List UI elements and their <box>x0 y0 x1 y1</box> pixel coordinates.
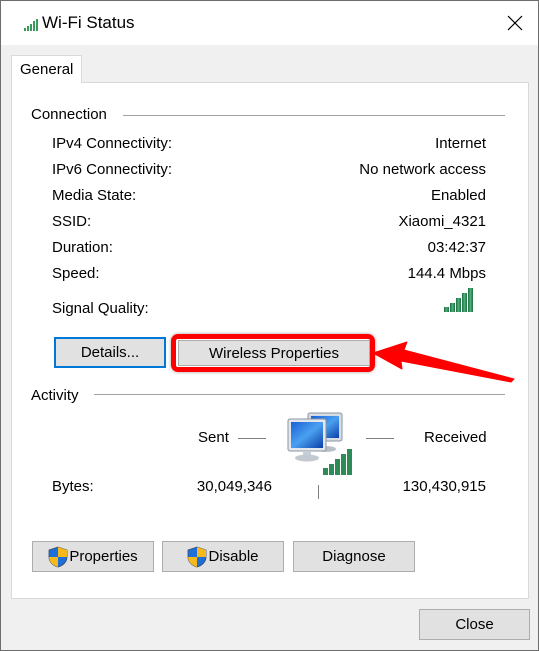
duration-value: 03:42:37 <box>427 239 486 256</box>
media-state-value: Enabled <box>430 187 486 204</box>
disable-button[interactable]: Disable <box>162 541 284 572</box>
sent-line <box>238 438 266 439</box>
network-computers-icon <box>287 412 352 475</box>
close-button[interactable]: Close <box>419 609 530 640</box>
connection-group-label: Connection <box>31 106 107 123</box>
ipv4-value: Internet <box>435 135 486 152</box>
speed-value: 144.4 Mbps <box>407 265 486 282</box>
bytes-sent-value: 30,049,346 <box>196 478 272 495</box>
diagnose-button[interactable]: Diagnose <box>293 541 415 572</box>
close-button-label: Close <box>455 616 494 633</box>
properties-button-label: Properties <box>69 548 138 565</box>
ssid-label: SSID: <box>52 213 92 230</box>
activity-divider <box>94 394 505 395</box>
uac-shield-icon <box>188 546 207 567</box>
received-label: Received <box>424 429 487 446</box>
wifi-status-dialog: Wi-Fi Status General Connection IPv4 Con… <box>0 0 539 651</box>
signal-bars-icon <box>444 288 473 312</box>
properties-button[interactable]: Properties <box>32 541 154 572</box>
close-window-button[interactable] <box>497 5 537 41</box>
annotation-arrow-icon <box>372 341 515 383</box>
signal-quality-label: Signal Quality: <box>52 300 149 317</box>
title-bar: Wi-Fi Status <box>1 1 538 45</box>
sent-label: Sent <box>198 429 229 446</box>
duration-label: Duration: <box>52 239 113 256</box>
tab-general-label: General <box>20 61 74 78</box>
received-line <box>366 438 394 439</box>
ipv6-label: IPv6 Connectivity: <box>52 161 173 178</box>
activity-group-label: Activity <box>31 387 79 404</box>
details-button-label: Details... <box>80 344 140 361</box>
disable-button-label: Disable <box>208 548 259 565</box>
window-title: Wi-Fi Status <box>42 13 135 32</box>
ipv4-label: IPv4 Connectivity: <box>52 135 173 152</box>
annotation-highlight-box <box>171 334 375 372</box>
speed-label: Speed: <box>52 265 100 282</box>
uac-shield-icon <box>48 546 68 567</box>
close-icon <box>507 15 523 31</box>
activity-connector-line <box>318 485 319 499</box>
media-state-label: Media State: <box>52 187 137 204</box>
bytes-received-value: 130,430,915 <box>402 478 486 495</box>
diagnose-button-label: Diagnose <box>322 548 386 565</box>
bytes-label: Bytes: <box>52 478 94 495</box>
wifi-signal-icon <box>24 19 38 31</box>
ipv6-value: No network access <box>359 161 486 178</box>
tab-general[interactable]: General <box>11 55 82 83</box>
connection-divider <box>123 115 505 116</box>
ssid-value: Xiaomi_4321 <box>398 213 486 230</box>
details-button[interactable]: Details... <box>54 337 166 368</box>
